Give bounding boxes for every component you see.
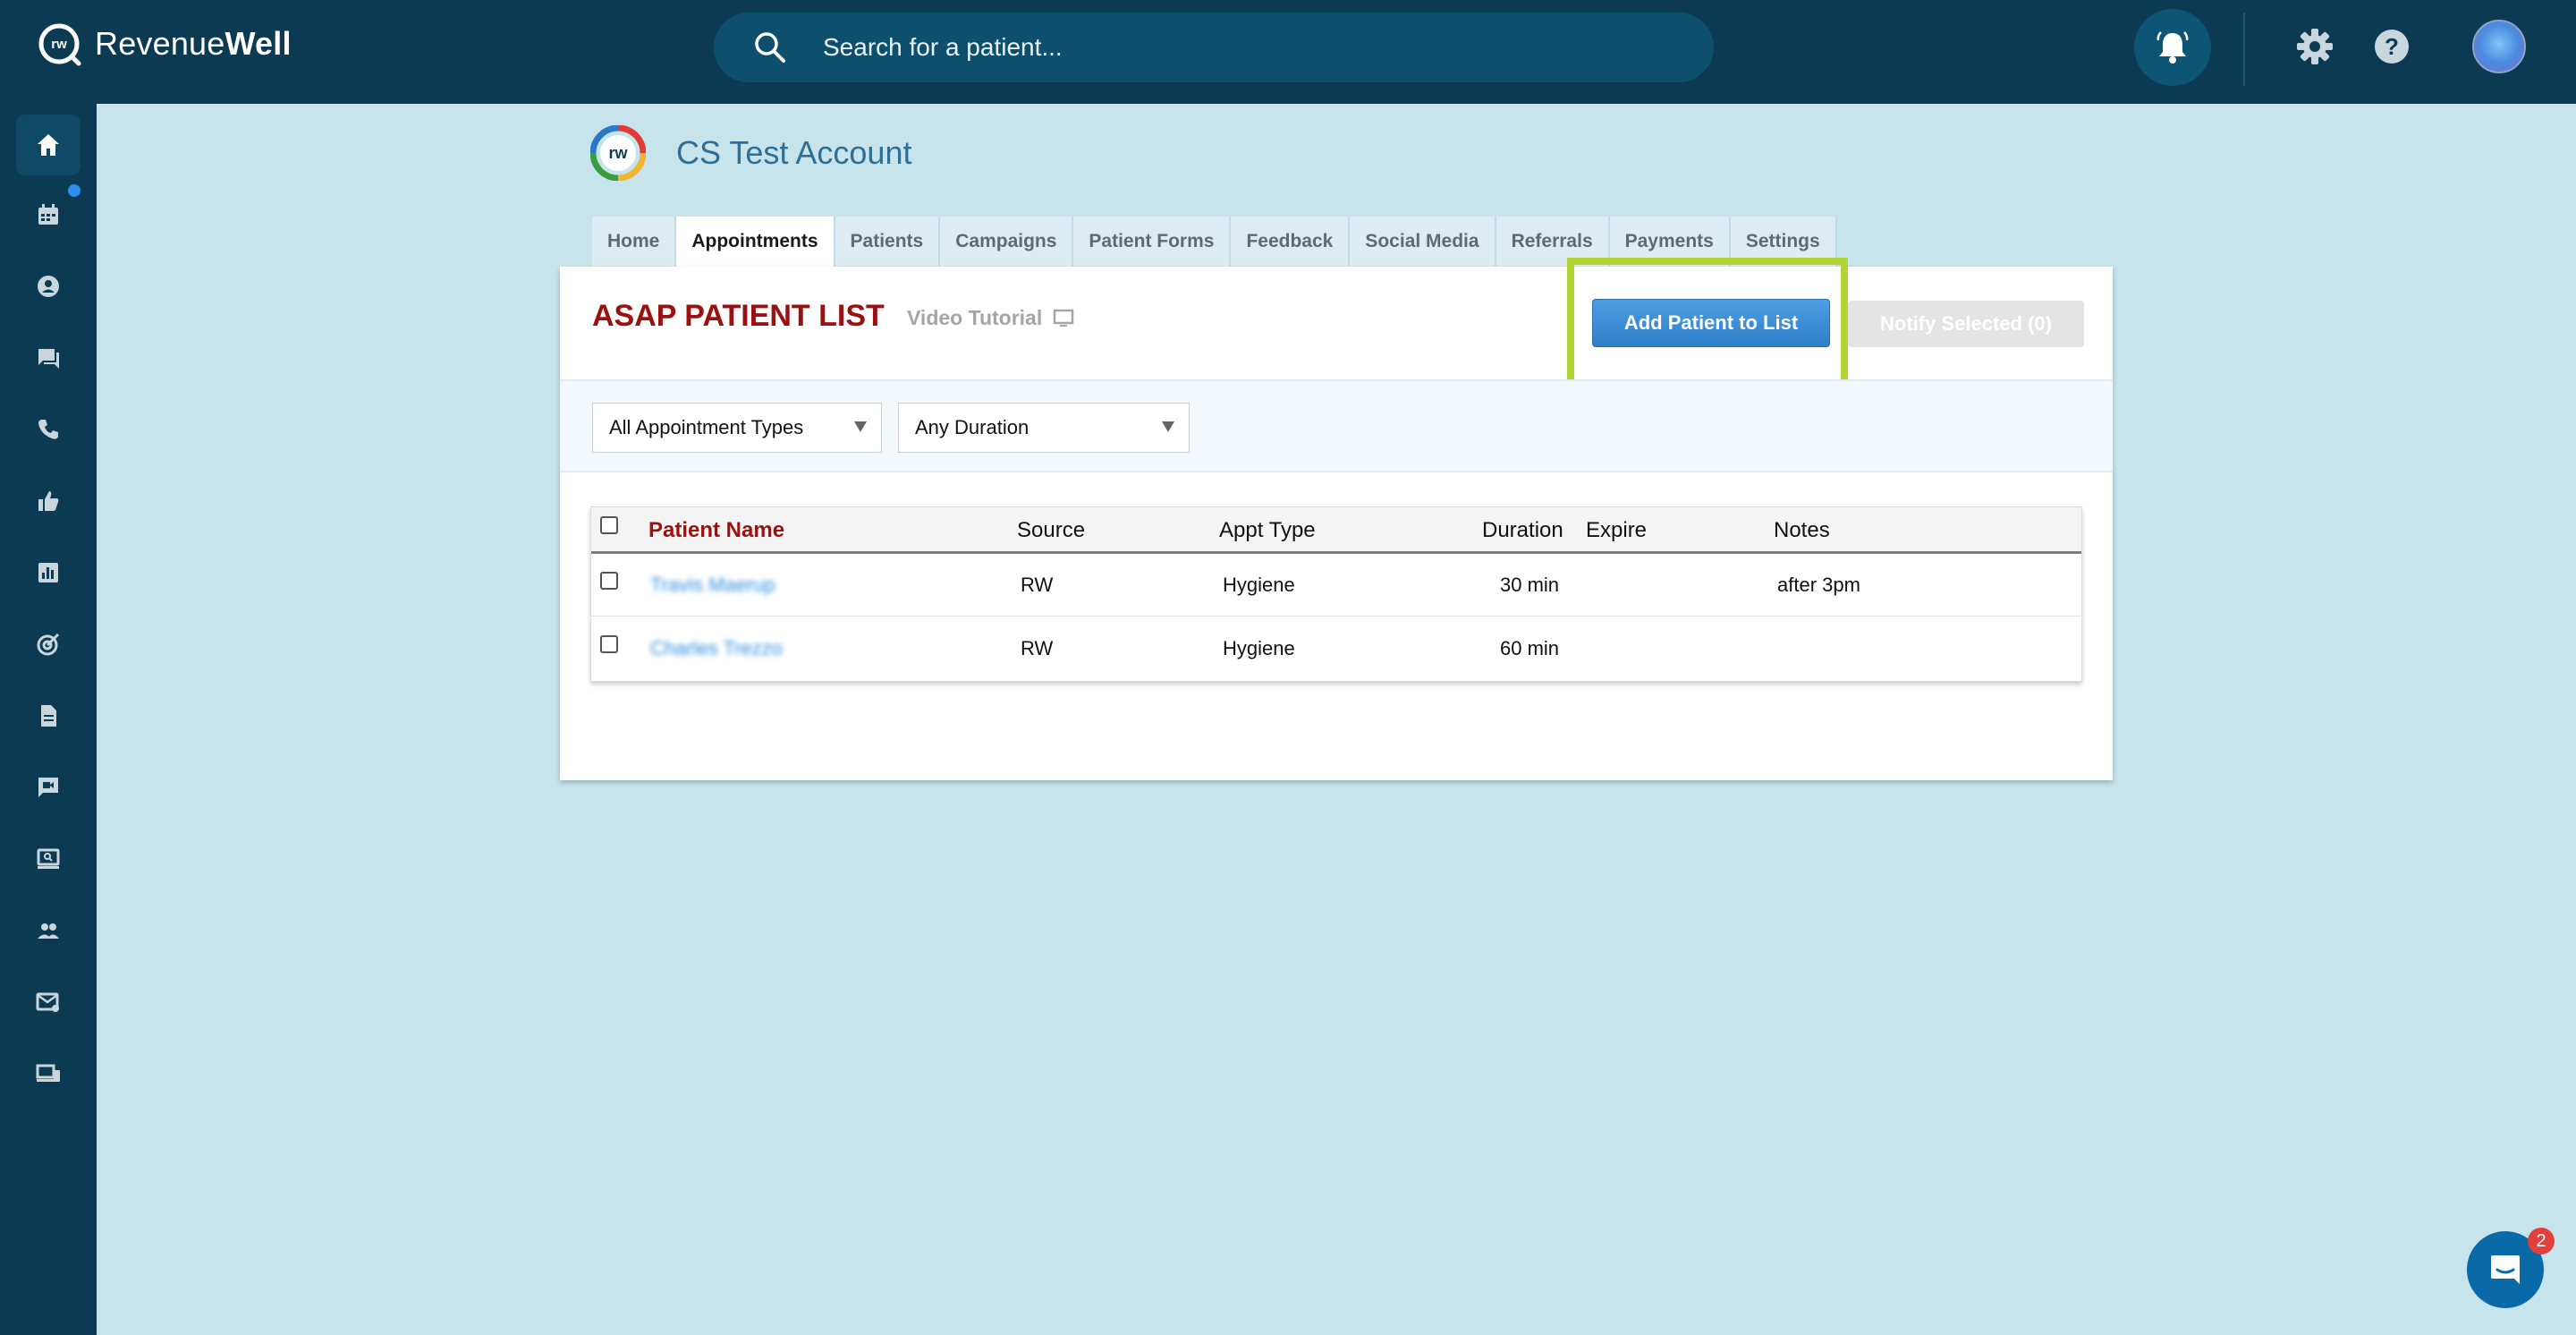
patient-name-link[interactable]: Charles Trezzo	[650, 637, 783, 660]
devices-icon	[36, 1064, 60, 1082]
tab-social-media[interactable]: Social Media	[1350, 217, 1496, 267]
patient-search	[714, 13, 1714, 82]
header-appt-type: Appt Type	[1219, 518, 1316, 542]
duration-value: Any Duration	[915, 416, 1030, 438]
page-title: ASAP PATIENT LIST	[592, 299, 885, 333]
sidebar-patients[interactable]	[16, 256, 80, 317]
appt-type-cell: Hygiene	[1223, 637, 1295, 659]
patient-table: Patient Name Source Appt Type Duration E…	[590, 506, 2082, 682]
thumbs-up-icon	[38, 491, 59, 511]
header-expire: Expire	[1586, 518, 1648, 542]
video-chat-icon	[38, 778, 58, 797]
chat-unread-badge: 2	[2528, 1228, 2555, 1254]
header-patient-name[interactable]: Patient Name	[648, 518, 784, 543]
sidebar-campaigns[interactable]	[16, 614, 80, 675]
user-avatar[interactable]	[2472, 20, 2526, 73]
notifications-button[interactable]	[2134, 9, 2211, 86]
row-checkbox[interactable]	[600, 635, 618, 653]
sidebar-email[interactable]	[16, 972, 80, 1033]
sidebar-reports[interactable]	[16, 542, 80, 603]
duration-cell: 60 min	[1500, 637, 1560, 659]
notes-cell: after 3pm	[1777, 574, 1860, 596]
sidebar-reviews[interactable]	[16, 471, 80, 531]
dropdown-arrow-icon	[1162, 421, 1174, 432]
bell-icon	[2157, 31, 2189, 64]
tab-feedback[interactable]: Feedback	[1231, 217, 1351, 267]
select-all-checkbox[interactable]	[600, 516, 618, 534]
svg-text:rw: rw	[608, 144, 628, 162]
gear-icon[interactable]	[2295, 27, 2334, 66]
people-icon	[38, 923, 59, 939]
source-cell: RW	[1021, 637, 1054, 659]
tab-patients[interactable]: Patients	[835, 217, 941, 267]
add-patient-button[interactable]: Add Patient to List	[1592, 299, 1830, 347]
monitor-search-icon	[37, 848, 60, 869]
header-source: Source	[1017, 518, 1086, 542]
sidebar-team[interactable]	[16, 900, 80, 961]
document-icon	[41, 705, 56, 727]
calendar-icon	[38, 204, 58, 225]
header-duration: Duration	[1482, 518, 1563, 542]
svg-text:?: ?	[2385, 33, 2399, 60]
monitor-icon	[1053, 309, 1074, 327]
calendar-notification-dot	[68, 184, 80, 197]
brand-name: RevenueWell	[95, 25, 292, 62]
sidebar-video[interactable]	[16, 757, 80, 818]
appointment-type-value: All Appointment Types	[609, 416, 804, 438]
source-cell: RW	[1021, 574, 1054, 596]
video-tutorial-label: Video Tutorial	[907, 306, 1043, 329]
row-checkbox[interactable]	[600, 572, 618, 590]
sidebar-calls[interactable]	[16, 399, 80, 460]
phone-icon	[38, 420, 58, 439]
top-bar: rw RevenueWell Search for a patient... ?	[0, 0, 2576, 104]
appt-type-cell: Hygiene	[1223, 574, 1295, 596]
search-icon	[755, 32, 785, 63]
patient-icon	[38, 276, 59, 297]
dropdown-arrow-icon	[854, 421, 867, 432]
header-notes: Notes	[1774, 518, 1830, 542]
sidebar	[0, 104, 97, 1335]
mail-settings-icon	[36, 992, 59, 1012]
chat-icon	[38, 349, 59, 369]
svg-text:rw: rw	[51, 37, 67, 52]
tab-home[interactable]: Home	[592, 217, 677, 267]
table-header: Patient Name Source Appt Type Duration E…	[591, 507, 2081, 554]
bar-chart-icon	[38, 563, 58, 582]
video-tutorial-link[interactable]: Video Tutorial	[907, 306, 1074, 330]
sidebar-forms[interactable]	[16, 685, 80, 746]
target-icon	[37, 633, 60, 656]
home-icon	[38, 134, 59, 156]
appointment-type-select[interactable]: All Appointment Types	[592, 403, 882, 453]
asap-list-panel: ASAP PATIENT LIST Video Tutorial Add Pat…	[560, 258, 2113, 780]
sidebar-devices[interactable]	[16, 1043, 80, 1104]
search-input[interactable]	[823, 25, 1682, 70]
duration-cell: 30 min	[1500, 574, 1560, 596]
account-logo-icon: rw	[590, 125, 646, 181]
tab-patient-forms[interactable]: Patient Forms	[1073, 217, 1232, 267]
duration-select[interactable]: Any Duration	[898, 403, 1190, 453]
table-row[interactable]: Travis Maerup RW Hygiene 30 min after 3p…	[591, 554, 2081, 616]
help-icon[interactable]: ?	[2372, 27, 2411, 66]
sidebar-home[interactable]	[16, 115, 80, 175]
tab-appointments[interactable]: Appointments	[676, 217, 835, 267]
top-divider	[2243, 13, 2245, 86]
revenuewell-logo[interactable]: rw RevenueWell	[36, 20, 292, 68]
sidebar-messages[interactable]	[16, 327, 80, 388]
rw-logo-icon: rw	[38, 23, 81, 66]
filter-bar: All Appointment Types Any Duration	[560, 379, 2113, 472]
chat-bubble-icon	[2491, 1255, 2520, 1284]
tab-campaigns[interactable]: Campaigns	[940, 217, 1074, 267]
account-name: CS Test Account	[676, 134, 912, 171]
notify-selected-button[interactable]: Notify Selected (0)	[1848, 301, 2084, 347]
sidebar-online-presence[interactable]	[16, 829, 80, 889]
patient-name-link[interactable]: Travis Maerup	[650, 574, 775, 597]
table-row[interactable]: Charles Trezzo RW Hygiene 60 min	[591, 617, 2081, 680]
